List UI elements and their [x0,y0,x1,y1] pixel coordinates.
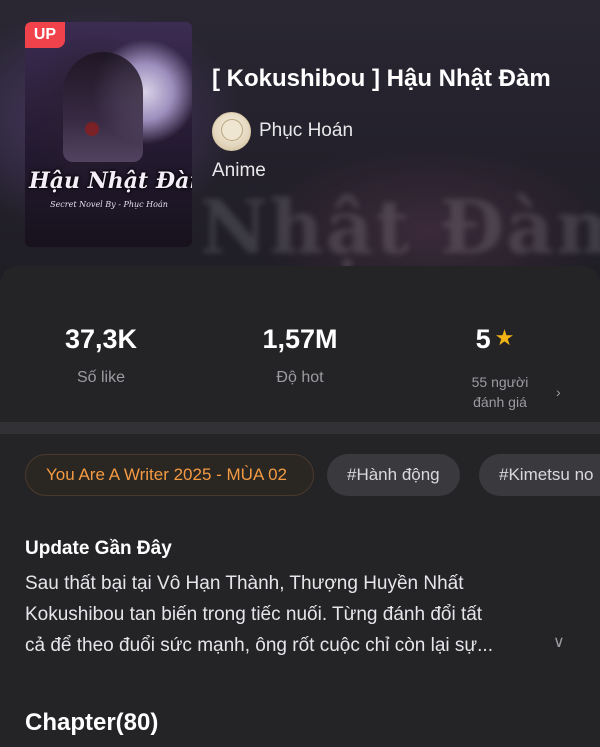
rating-value: 5 [475,324,491,354]
update-line-2: Kokushibou tan biến trong tiếc nuối. Từn… [25,604,483,625]
rating-count-line2: đánh giá [473,394,527,410]
author-link[interactable]: Phục Hoán [212,111,353,151]
hot-label: Độ hot [276,369,324,386]
book-cover[interactable]: Hậu Nhật Đàm Secret Novel By - Phục Hoán… [25,22,192,247]
rating-stat[interactable]: 5 ★ [420,324,570,355]
up-badge: UP [25,22,65,48]
update-line-3: cả để theo đuổi sức mạnh, ông rốt cuộc c… [25,635,493,656]
update-line-1: Sau thất bại tại Vô Hạn Thành, Thượng Hu… [25,573,464,594]
tag-event[interactable]: You Are A Writer 2025 - MÙA 02 [25,454,314,496]
genre-label[interactable]: Anime [212,160,266,182]
likes-label: Số like [76,369,126,386]
rating-count-line1: 55 người [471,374,529,390]
update-description[interactable]: Sau thất bại tại Vô Hạn Thành, Thượng Hu… [25,568,565,661]
tag-kimetsu[interactable]: #Kimetsu no [479,454,600,496]
background-title-watermark: Nhật Đàm [200,185,600,271]
details-section: You Are A Writer 2025 - MÙA 02 #Hành độn… [0,434,600,747]
cover-accent [85,122,99,136]
chevron-right-icon[interactable]: › [556,384,561,400]
author-avatar[interactable] [212,111,251,151]
chevron-down-icon[interactable]: ∨ [553,632,565,652]
cover-title: Hậu Nhật Đàm [29,168,192,194]
section-divider [0,422,600,434]
likes-value: 37,3K [64,324,138,354]
hot-stat: 1,57M Độ hot [225,324,375,387]
hot-value: 1,57M [262,324,338,354]
star-icon: ★ [494,325,515,350]
cover-subtitle: Secret Novel By - Phục Hoán [50,200,168,209]
likes-stat: 37,3K Số like [26,324,176,387]
author-name[interactable]: Phục Hoán [259,120,353,142]
update-heading: Update Gần Đây [25,538,172,559]
tag-action[interactable]: #Hành động [327,454,460,496]
cover-figure [63,52,143,162]
chapters-heading[interactable]: Chapter(80) [25,709,158,737]
stats-panel: 37,3K Số like 1,57M Độ hot 5 ★ 55 người đ… [0,266,600,426]
rating-count-label[interactable]: 55 người đánh giá [430,372,570,412]
book-title: [ Kokushibou ] Hậu Nhật Đàm [212,65,551,92]
